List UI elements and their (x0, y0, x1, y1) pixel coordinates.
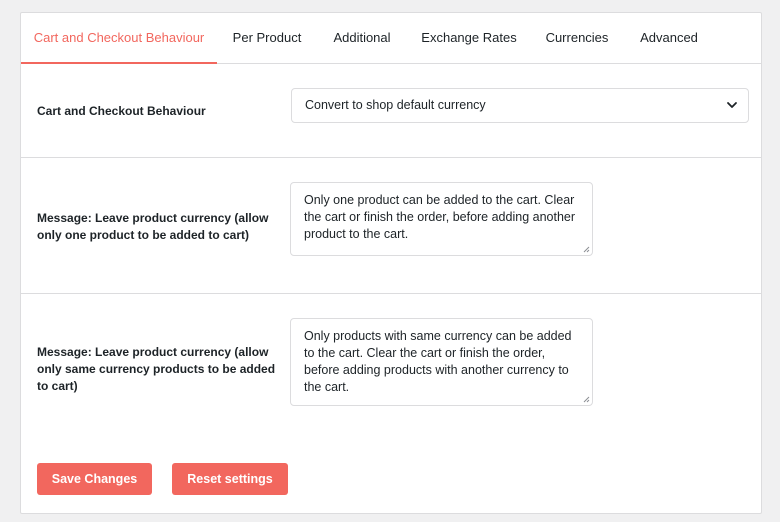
behaviour-select[interactable]: Convert to shop default currency (291, 88, 749, 123)
tab-exchange-rates[interactable]: Exchange Rates (411, 13, 527, 63)
settings-panel: Cart and Checkout Behaviour Per Product … (20, 12, 762, 514)
tab-per-product[interactable]: Per Product (217, 13, 317, 63)
row-divider (21, 293, 761, 294)
message-one-product-text: Only one product can be added to the car… (304, 193, 576, 241)
message-one-product-textarea[interactable]: Only one product can be added to the car… (290, 182, 593, 256)
reset-settings-button[interactable]: Reset settings (172, 463, 288, 495)
message-same-currency-textarea[interactable]: Only products with same currency can be … (290, 318, 593, 406)
tab-additional[interactable]: Additional (321, 13, 403, 63)
tab-cart-and-checkout-behaviour[interactable]: Cart and Checkout Behaviour (21, 13, 217, 64)
chevron-down-icon (727, 102, 737, 108)
message-one-product-label: Message: Leave product currency (allow o… (37, 211, 269, 242)
behaviour-select-value: Convert to shop default currency (305, 98, 486, 112)
resize-grip-icon[interactable] (582, 395, 590, 403)
save-changes-button[interactable]: Save Changes (37, 463, 152, 495)
behaviour-label: Cart and Checkout Behaviour (37, 104, 206, 118)
tab-advanced[interactable]: Advanced (631, 13, 707, 63)
message-same-currency-label: Message: Leave product currency (allow o… (37, 345, 276, 393)
settings-tabs: Cart and Checkout Behaviour Per Product … (21, 13, 761, 64)
resize-grip-icon[interactable] (582, 245, 590, 253)
tab-currencies[interactable]: Currencies (537, 13, 617, 63)
row-divider (21, 157, 761, 158)
message-same-currency-text: Only products with same currency can be … (304, 329, 572, 394)
